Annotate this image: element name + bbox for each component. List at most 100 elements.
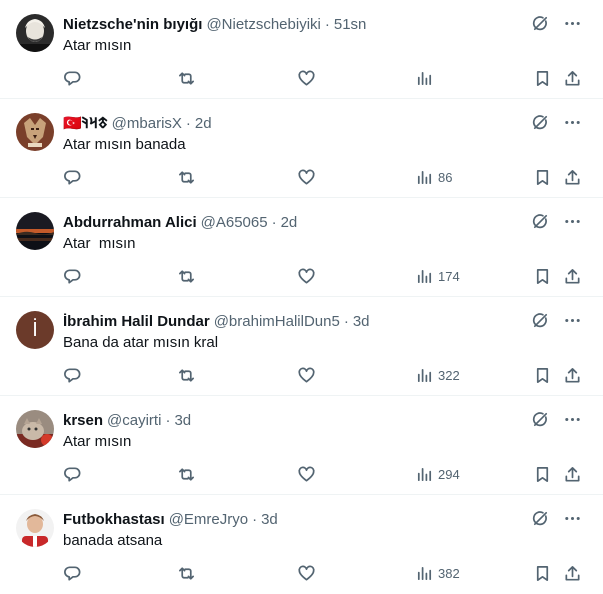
user-handle[interactable]: @EmreJryo — [169, 511, 248, 528]
retweet-button[interactable] — [177, 264, 196, 288]
retweet-icon — [178, 368, 195, 382]
share-button[interactable] — [563, 561, 582, 585]
user-handle[interactable]: @Nietzschebiyiki — [206, 16, 320, 33]
share-button[interactable] — [563, 462, 582, 486]
tweet-text: Atar mısın — [63, 37, 132, 54]
like-button[interactable] — [297, 561, 316, 585]
retweet-button[interactable] — [177, 561, 196, 585]
timestamp[interactable]: 51sn — [334, 16, 367, 33]
more-icon[interactable] — [561, 12, 583, 34]
tweet-top-icons — [529, 210, 583, 232]
avatar[interactable]: İ — [16, 311, 54, 349]
reply-button[interactable] — [63, 264, 82, 288]
tweet-actions — [63, 66, 583, 90]
reply-button[interactable] — [63, 462, 82, 486]
retweet-icon — [178, 71, 195, 85]
more-icon[interactable] — [561, 111, 583, 133]
user-name[interactable]: krsen — [63, 412, 103, 429]
retweet-button[interactable] — [177, 462, 196, 486]
user-handle[interactable]: @mbarisX — [112, 115, 182, 132]
user-handle[interactable]: @A65065 — [201, 214, 268, 231]
tweet-actions: 86 — [63, 165, 583, 189]
bookmark-icon — [536, 169, 549, 185]
like-button[interactable] — [297, 264, 316, 288]
share-icon — [565, 565, 580, 581]
tweet-actions: 174 — [63, 264, 583, 288]
tweet[interactable]: İ İbrahim Halil Dundar @brahimHalilDun5 … — [0, 297, 603, 396]
views-button[interactable]: 174 — [415, 264, 460, 288]
more-icon[interactable] — [561, 507, 583, 529]
views-count: 382 — [438, 565, 460, 581]
user-name[interactable]: İbrahim Halil Dundar — [63, 313, 210, 330]
views-button[interactable] — [415, 66, 438, 90]
like-button[interactable] — [297, 66, 316, 90]
tweet[interactable]: krsen @cayirti · 3d Atar mısın 294 — [0, 396, 603, 495]
views-button[interactable]: 382 — [415, 561, 460, 585]
user-name[interactable]: Nietzsche'nin bıyığı — [63, 16, 202, 33]
share-button[interactable] — [563, 264, 582, 288]
separator: · — [343, 312, 349, 330]
tweet[interactable]: Abdurrahman Alici @A65065 · 2d Atar mısı… — [0, 198, 603, 297]
reply-button[interactable] — [63, 66, 82, 90]
share-button[interactable] — [563, 66, 582, 90]
grok-icon[interactable] — [529, 408, 551, 430]
reply-feed: Nietzsche'nin bıyığı @Nietzschebiyiki · … — [0, 0, 603, 594]
user-handle[interactable]: @brahimHalilDun5 — [214, 313, 340, 330]
timestamp[interactable]: 2d — [195, 115, 212, 132]
like-button[interactable] — [297, 363, 316, 387]
grok-icon[interactable] — [529, 12, 551, 34]
more-icon[interactable] — [561, 309, 583, 331]
share-button[interactable] — [563, 165, 582, 189]
reply-icon — [64, 268, 81, 284]
more-icon[interactable] — [561, 210, 583, 232]
grok-icon[interactable] — [529, 210, 551, 232]
bookmark-button[interactable] — [533, 66, 552, 90]
views-button[interactable]: 322 — [415, 363, 460, 387]
retweet-button[interactable] — [177, 165, 196, 189]
bookmark-button[interactable] — [533, 363, 552, 387]
tweet[interactable]: Futbokhastası @EmreJryo · 3d banada atsa… — [0, 495, 603, 594]
avatar[interactable] — [16, 410, 54, 448]
share-icon — [565, 169, 580, 185]
bookmark-button[interactable] — [533, 561, 552, 585]
avatar[interactable] — [16, 212, 54, 250]
user-name[interactable]: Futbokhastası — [63, 511, 165, 528]
like-icon — [298, 268, 315, 284]
like-button[interactable] — [297, 462, 316, 486]
avatar[interactable] — [16, 509, 54, 547]
share-button[interactable] — [563, 363, 582, 387]
tweet[interactable]: Nietzsche'nin bıyığı @Nietzschebiyiki · … — [0, 0, 603, 99]
grok-icon[interactable] — [529, 507, 551, 529]
grok-icon[interactable] — [529, 309, 551, 331]
timestamp[interactable]: 3d — [261, 511, 278, 528]
like-icon — [298, 565, 315, 581]
bookmark-button[interactable] — [533, 462, 552, 486]
retweet-button[interactable] — [177, 363, 196, 387]
user-handle[interactable]: @cayirti — [107, 412, 161, 429]
bookmark-button[interactable] — [533, 165, 552, 189]
timestamp[interactable]: 2d — [281, 214, 298, 231]
like-icon — [298, 169, 315, 185]
bookmark-button[interactable] — [533, 264, 552, 288]
separator: · — [165, 411, 171, 429]
avatar[interactable] — [16, 113, 54, 151]
reply-button[interactable] — [63, 363, 82, 387]
timestamp[interactable]: 3d — [353, 313, 370, 330]
tweet-text: banada atsana — [63, 532, 163, 549]
like-button[interactable] — [297, 165, 316, 189]
more-icon[interactable] — [561, 408, 583, 430]
grok-icon[interactable] — [529, 111, 551, 133]
user-name[interactable]: 🇹🇷𐱃𐰺𐰚 — [63, 113, 108, 133]
reply-button[interactable] — [63, 165, 82, 189]
views-icon — [417, 269, 432, 283]
retweet-button[interactable] — [177, 66, 196, 90]
views-button[interactable]: 86 — [415, 165, 452, 189]
tweet-header: Abdurrahman Alici @A65065 · 2d — [63, 212, 533, 232]
tweet[interactable]: 🇹🇷𐱃𐰺𐰚 @mbarisX · 2d Atar mısın banada 86 — [0, 99, 603, 198]
views-button[interactable]: 294 — [415, 462, 460, 486]
avatar[interactable] — [16, 14, 54, 52]
reply-button[interactable] — [63, 561, 82, 585]
separator: · — [271, 213, 277, 231]
user-name[interactable]: Abdurrahman Alici — [63, 214, 197, 231]
timestamp[interactable]: 3d — [174, 412, 191, 429]
